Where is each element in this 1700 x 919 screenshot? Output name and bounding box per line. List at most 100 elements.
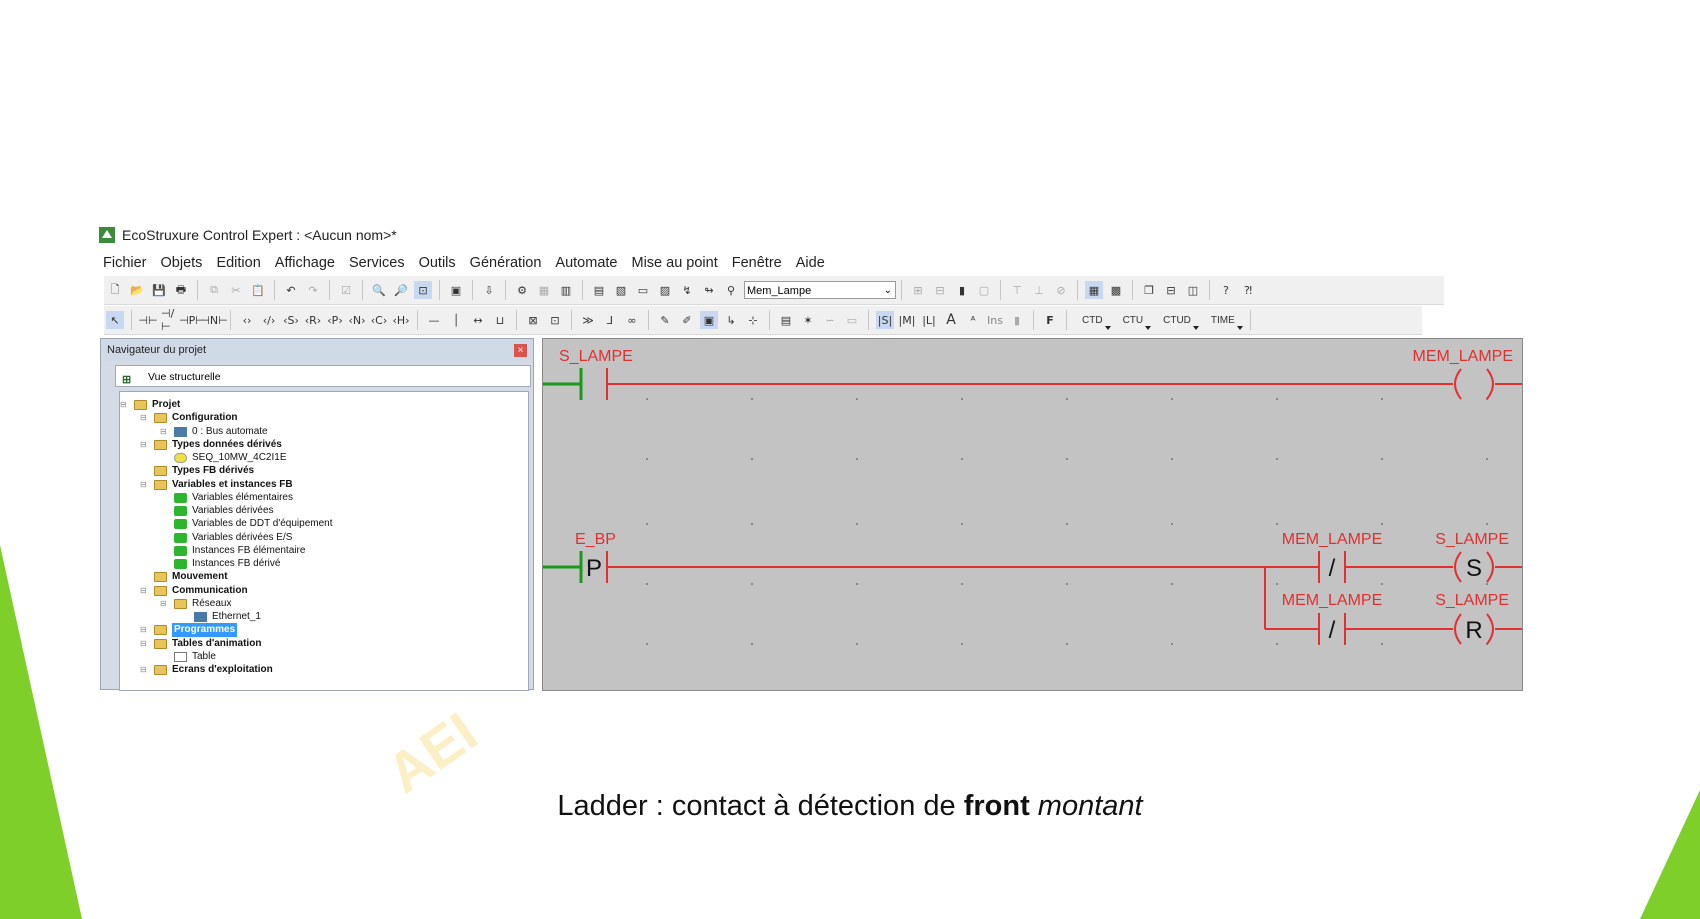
save-icon[interactable]: 💾: [150, 281, 168, 299]
coil-n-icon[interactable]: ‹N›: [348, 311, 366, 329]
expand-icon[interactable]: ⊟: [160, 425, 167, 439]
expand-icon[interactable]: ⊟: [140, 637, 147, 651]
contact-p-icon[interactable]: ⊣P⊢: [179, 311, 205, 329]
chart-icon[interactable]: ▥: [557, 281, 575, 299]
structural-view-tab[interactable]: ⊞ Vue structurelle: [115, 365, 531, 387]
ctud-button[interactable]: CTUD: [1153, 315, 1201, 330]
tree-item[interactable]: ⊟ Projet: [120, 398, 180, 412]
binoculars-icon[interactable]: ⚲: [722, 281, 740, 299]
arrow2-icon[interactable]: ↬: [700, 281, 718, 299]
menu-affichage[interactable]: Affichage: [268, 251, 342, 275]
replace-icon[interactable]: 🔎: [392, 281, 410, 299]
font-decrease-icon[interactable]: ᴬ: [964, 311, 982, 329]
grid2-icon[interactable]: ⊟: [931, 281, 949, 299]
block-icon[interactable]: ⊠: [524, 311, 542, 329]
coil-icon[interactable]: ‹›: [238, 311, 256, 329]
menu-objets[interactable]: Objets: [154, 251, 210, 275]
close-icon[interactable]: ×: [514, 344, 527, 357]
tree-item[interactable]: ⊟ Variables et instances FB: [140, 478, 293, 492]
block2-icon[interactable]: ⊡: [546, 311, 564, 329]
expand-icon[interactable]: ⊟: [140, 663, 147, 677]
grid-icon[interactable]: ⊞: [909, 281, 927, 299]
tree-item[interactable]: SEQ_10MW_4C2I1E: [174, 451, 287, 465]
tree-item[interactable]: Types FB dérivés: [154, 464, 254, 478]
link-icon[interactable]: ⊘: [1052, 281, 1070, 299]
delete-icon[interactable]: ▮: [1008, 311, 1026, 329]
tree-item[interactable]: ⊟ Ecrans d'exploitation: [140, 663, 273, 677]
network-icon[interactable]: ▩: [1107, 281, 1125, 299]
expand-icon[interactable]: ⊟: [140, 478, 147, 492]
tree-item[interactable]: Instances FB élémentaire: [174, 544, 305, 558]
ctd-button[interactable]: CTD: [1072, 315, 1113, 330]
mode-l-icon[interactable]: |L|: [920, 311, 938, 329]
ground-icon[interactable]: ⊔: [491, 311, 509, 329]
insert-button[interactable]: Ins: [986, 311, 1004, 329]
tool-a-icon[interactable]: ✎: [656, 311, 674, 329]
set-icon[interactable]: |S|: [876, 311, 894, 329]
tool-e-icon[interactable]: ⊹: [744, 311, 762, 329]
transfer-icon[interactable]: ⇩: [480, 281, 498, 299]
expand-icon[interactable]: ⊟: [140, 438, 147, 452]
zoom-icon[interactable]: ⊡: [414, 281, 432, 299]
tree-item[interactable]: ⊟ Tables d'animation: [140, 637, 261, 651]
contact-nc-icon[interactable]: ⊣/⊢: [161, 307, 179, 333]
contact-n-icon[interactable]: ⊣N⊢: [200, 311, 227, 329]
new-file-icon[interactable]: 🗋: [106, 281, 124, 299]
jump-icon[interactable]: ≫: [579, 311, 597, 329]
copy-icon[interactable]: ⧉: [205, 281, 223, 299]
menu-generation[interactable]: Génération: [463, 251, 549, 275]
frame-icon[interactable]: ▭: [634, 281, 652, 299]
tool-c-icon[interactable]: ▣: [700, 311, 718, 329]
coil-reset-icon[interactable]: ‹R›: [304, 311, 322, 329]
operate-icon[interactable]: ✶: [799, 311, 817, 329]
expand-icon[interactable]: ⊟: [120, 398, 127, 412]
function-button[interactable]: F: [1041, 311, 1059, 329]
table-icon[interactable]: ▦: [1085, 281, 1103, 299]
coil-halt-icon[interactable]: ‹H›: [392, 311, 410, 329]
tree-icon[interactable]: ⊤: [1008, 281, 1026, 299]
tree-item[interactable]: Variables dérivées E/S: [174, 531, 292, 545]
tree-item[interactable]: ⊟ Configuration: [140, 411, 238, 425]
tree-item[interactable]: Variables élémentaires: [174, 491, 293, 505]
menu-mise-au-point[interactable]: Mise au point: [625, 251, 725, 275]
time-button[interactable]: TIME: [1201, 315, 1245, 330]
select-pointer-icon[interactable]: ↖: [106, 311, 124, 329]
mode-m-icon[interactable]: |M|: [898, 311, 916, 329]
tree-item[interactable]: Ethernet_1: [194, 610, 261, 624]
search-icon[interactable]: 🔍: [370, 281, 388, 299]
variable-combo[interactable]: Mem_Lampe ⌄: [744, 281, 896, 299]
tool-b-icon[interactable]: ✐: [678, 311, 696, 329]
doc-icon[interactable]: ▭: [843, 311, 861, 329]
tree-item[interactable]: Variables de DDT d'équipement: [174, 517, 333, 531]
tree-item[interactable]: ⊟ Types données dérivés: [140, 438, 282, 452]
document-icon[interactable]: ▧: [612, 281, 630, 299]
coil-call-icon[interactable]: ‹C›: [370, 311, 388, 329]
tree-item[interactable]: Table: [174, 650, 216, 664]
return-icon[interactable]: ∞: [623, 311, 641, 329]
expand-icon[interactable]: ⊟: [160, 597, 167, 611]
contact-no-icon[interactable]: ⊣⊢: [138, 311, 157, 329]
vertical-link-icon[interactable]: │: [447, 311, 465, 329]
tree-item[interactable]: ⊟ Programmes: [140, 623, 238, 638]
validate-icon[interactable]: ☑: [337, 281, 355, 299]
tile-horizontal-icon[interactable]: ⊟: [1162, 281, 1180, 299]
cut-icon[interactable]: ✂: [227, 281, 245, 299]
memory-icon[interactable]: ▨: [656, 281, 674, 299]
tree-item[interactable]: ⊟ Réseaux: [160, 597, 231, 611]
window-icon[interactable]: ▤: [590, 281, 608, 299]
font-increase-icon[interactable]: A: [942, 311, 960, 329]
coil-set-icon[interactable]: ‹S›: [282, 311, 300, 329]
link-arrows-icon[interactable]: ↔: [469, 311, 487, 329]
book-icon[interactable]: ▮: [953, 281, 971, 299]
monitor-icon[interactable]: ▢: [975, 281, 993, 299]
label-icon[interactable]: ⅃: [601, 311, 619, 329]
menu-outils[interactable]: Outils: [412, 251, 463, 275]
expand-icon[interactable]: ⊟: [140, 623, 147, 637]
coil-p-icon[interactable]: ‹P›: [326, 311, 344, 329]
tree-item[interactable]: Variables dérivées: [174, 504, 274, 518]
calendar-icon[interactable]: ▦: [535, 281, 553, 299]
redo-icon[interactable]: ↷: [304, 281, 322, 299]
tree-item[interactable]: Mouvement: [154, 570, 228, 584]
build-icon[interactable]: ⚙: [513, 281, 531, 299]
undo-icon[interactable]: ↶: [282, 281, 300, 299]
